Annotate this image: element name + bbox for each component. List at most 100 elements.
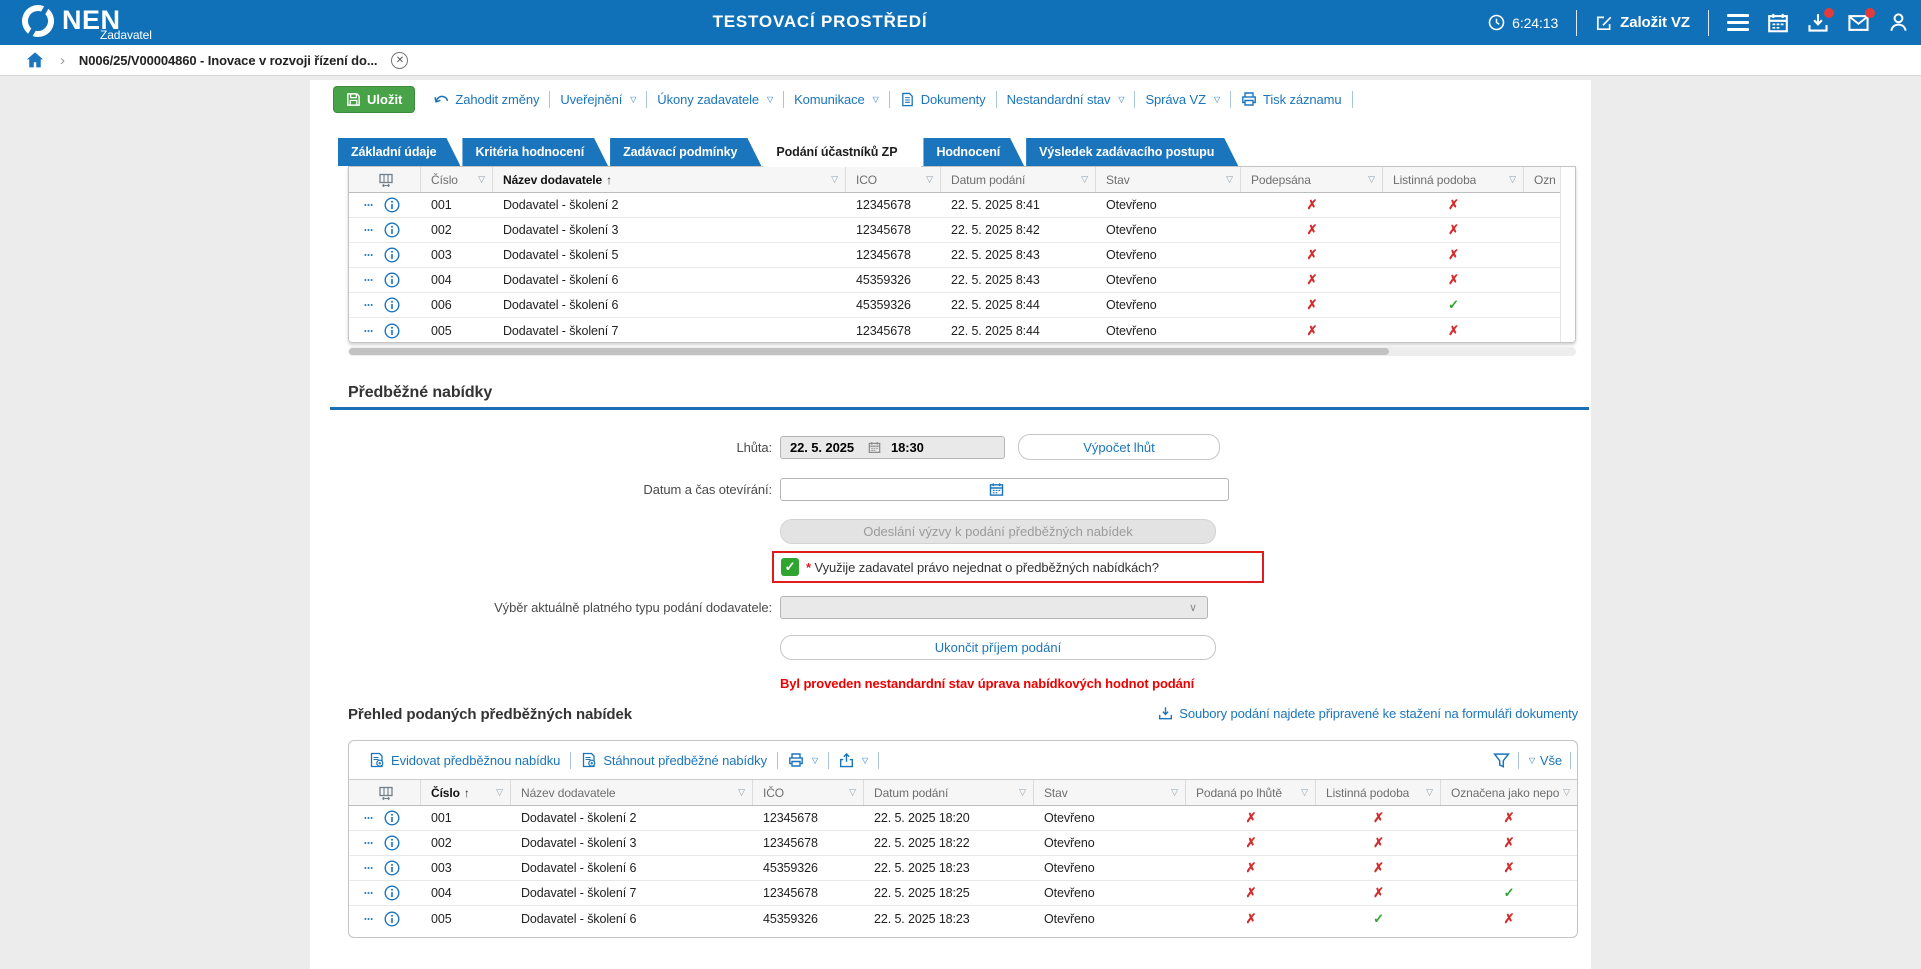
column-header-4[interactable]: Datum podání▽ — [941, 167, 1096, 192]
column-settings-icon[interactable] — [378, 172, 394, 188]
filter-triangle-icon[interactable]: ▽ — [1368, 174, 1375, 185]
row-info-icon[interactable] — [384, 297, 400, 313]
row-menu-icon[interactable] — [361, 275, 376, 285]
tab-zakladni-udaje[interactable]: Základní údaje — [338, 138, 460, 166]
table-row[interactable]: 003Dodavatel - školení 64535932622. 5. 2… — [349, 856, 1577, 881]
column-header-5[interactable]: Stav▽ — [1034, 780, 1186, 805]
row-menu-icon[interactable] — [361, 914, 376, 924]
row-menu-icon[interactable] — [361, 225, 376, 235]
row-info-icon[interactable] — [384, 911, 400, 927]
column-header-4[interactable]: Datum podání▽ — [864, 780, 1034, 805]
user-profile-icon[interactable] — [1888, 12, 1909, 33]
table-row[interactable]: 005Dodavatel - školení 64535932622. 5. 2… — [349, 906, 1577, 931]
column-header-3[interactable]: ICO▽ — [846, 167, 941, 192]
publication-menu[interactable]: Uveřejnění▽ — [550, 92, 646, 107]
horizontal-scrollbar[interactable] — [348, 347, 1576, 356]
filter-triangle-icon[interactable]: ▽ — [1563, 787, 1570, 798]
row-info-icon[interactable] — [384, 197, 400, 213]
breadcrumb-close-icon[interactable]: ✕ — [391, 52, 408, 69]
table-row[interactable]: 006Dodavatel - školení 64535932622. 5. 2… — [349, 293, 1575, 318]
table-row[interactable]: 001Dodavatel - školení 21234567822. 5. 2… — [349, 806, 1577, 831]
column-header-2[interactable]: Název dodavatele▽ — [511, 780, 753, 805]
tab-podani-ucastniku-zp[interactable]: Podání účastníků ZP — [763, 138, 921, 167]
messages-button[interactable] — [1847, 12, 1870, 34]
print-menu[interactable]: ▽ — [778, 752, 828, 768]
calendar-picker-icon[interactable] — [989, 482, 1004, 497]
row-info-icon[interactable] — [384, 810, 400, 826]
filter-triangle-icon[interactable]: ▽ — [849, 787, 856, 798]
column-header-3[interactable]: IČO▽ — [753, 780, 864, 805]
column-header-1[interactable]: Číslo▽ — [421, 167, 493, 192]
checkbox-checked-icon[interactable]: ✓ — [781, 558, 799, 576]
column-header-1[interactable]: Číslo↑▽ — [421, 780, 511, 805]
horizontal-scrollbar-thumb[interactable] — [349, 348, 1389, 355]
row-menu-icon[interactable] — [361, 813, 376, 823]
row-info-icon[interactable] — [384, 885, 400, 901]
home-icon[interactable] — [26, 51, 44, 69]
row-info-icon[interactable] — [384, 247, 400, 263]
downloads-tray-button[interactable] — [1807, 12, 1829, 34]
breadcrumb-item[interactable]: N006/25/V00004860 - Inovace v rozvoji ří… — [79, 53, 377, 68]
filter-triangle-icon[interactable]: ▽ — [1509, 174, 1516, 185]
filter-funnel-icon[interactable] — [1493, 752, 1510, 769]
calendar-icon[interactable] — [1767, 12, 1789, 34]
tab-zadavaci-podminky[interactable]: Zadávací podmínky — [610, 138, 761, 166]
vertical-scrollbar[interactable] — [1560, 167, 1575, 342]
end-submissions-button[interactable]: Ukončit příjem podání — [780, 635, 1216, 660]
column-settings-icon[interactable] — [378, 785, 394, 801]
row-info-icon[interactable] — [384, 272, 400, 288]
row-info-icon[interactable] — [384, 222, 400, 238]
communication-menu[interactable]: Komunikace▽ — [784, 92, 889, 107]
row-menu-icon[interactable] — [361, 250, 376, 260]
menu-button[interactable] — [1727, 14, 1749, 31]
opening-datetime-input[interactable] — [780, 478, 1229, 501]
row-menu-icon[interactable] — [361, 863, 376, 873]
column-header-7[interactable]: Listinná podoba▽ — [1383, 167, 1524, 192]
create-vz-button[interactable]: Založit VZ — [1595, 14, 1690, 32]
column-header-7[interactable]: Listinná podoba▽ — [1316, 780, 1441, 805]
row-menu-icon[interactable] — [361, 888, 376, 898]
row-menu-icon[interactable] — [361, 326, 376, 336]
calculate-deadlines-button[interactable]: Výpočet lhůt — [1018, 434, 1220, 460]
export-menu[interactable]: ▽ — [829, 753, 878, 768]
calendar-small-icon[interactable] — [868, 441, 881, 454]
contracting-actions-menu[interactable]: Úkony zadavatele▽ — [647, 92, 783, 107]
submission-type-select[interactable]: ∨ — [780, 596, 1208, 619]
save-button[interactable]: Uložit — [333, 86, 415, 113]
download-offers-button[interactable]: Stáhnout předběžné nabídky — [571, 752, 777, 768]
vz-admin-menu[interactable]: Správa VZ▽ — [1135, 92, 1230, 107]
filter-triangle-icon[interactable]: ▽ — [1019, 787, 1026, 798]
filter-triangle-icon[interactable]: ▽ — [926, 174, 933, 185]
filter-triangle-icon[interactable]: ▽ — [478, 174, 485, 185]
table-row[interactable]: 002Dodavatel - školení 31234567822. 5. 2… — [349, 831, 1577, 856]
column-header-5[interactable]: Stav▽ — [1096, 167, 1241, 192]
documents-button[interactable]: Dokumenty — [890, 92, 996, 107]
table-row[interactable]: 004Dodavatel - školení 71234567822. 5. 2… — [349, 881, 1577, 906]
column-header-8[interactable]: Označe — [1524, 167, 1562, 192]
filter-triangle-icon[interactable]: ▽ — [831, 174, 838, 185]
row-menu-icon[interactable] — [361, 300, 376, 310]
print-record-button[interactable]: Tisk záznamu — [1231, 91, 1352, 107]
filter-triangle-icon[interactable]: ▽ — [1171, 787, 1178, 798]
deadline-datetime-field[interactable]: 22. 5. 2025 18:30 — [780, 436, 1005, 459]
register-offer-button[interactable]: Evidovat předběžnou nabídku — [359, 752, 570, 768]
table-row[interactable]: 005Dodavatel - školení 71234567822. 5. 2… — [349, 318, 1575, 343]
row-info-icon[interactable] — [384, 860, 400, 876]
column-header-8[interactable]: Označena jako nepodaná▽ — [1441, 780, 1577, 805]
filter-triangle-icon[interactable]: ▽ — [1081, 174, 1088, 185]
column-header-6[interactable]: Podepsána▽ — [1241, 167, 1383, 192]
nonstandard-state-menu[interactable]: Nestandardní stav▽ — [997, 92, 1135, 107]
row-menu-icon[interactable] — [361, 200, 376, 210]
filter-all-dropdown[interactable]: ▽Vše — [1527, 753, 1562, 768]
filter-triangle-icon[interactable]: ▽ — [496, 787, 503, 798]
discard-changes-button[interactable]: Zahodit změny — [423, 91, 549, 107]
row-menu-icon[interactable] — [361, 838, 376, 848]
table-row[interactable]: 003Dodavatel - školení 51234567822. 5. 2… — [349, 243, 1575, 268]
tab-kriteria-hodnoceni[interactable]: Kritéria hodnocení — [462, 138, 608, 166]
tab-vysledek-zadavaciho-postupu[interactable]: Výsledek zadávacího postupu — [1026, 138, 1238, 166]
filter-triangle-icon[interactable]: ▽ — [738, 787, 745, 798]
submission-files-link[interactable]: Soubory podání najdete připravené ke sta… — [1148, 706, 1578, 721]
table-row[interactable]: 004Dodavatel - školení 64535932622. 5. 2… — [349, 268, 1575, 293]
filter-triangle-icon[interactable]: ▽ — [1301, 787, 1308, 798]
tab-hodnoceni[interactable]: Hodnocení — [923, 138, 1024, 166]
